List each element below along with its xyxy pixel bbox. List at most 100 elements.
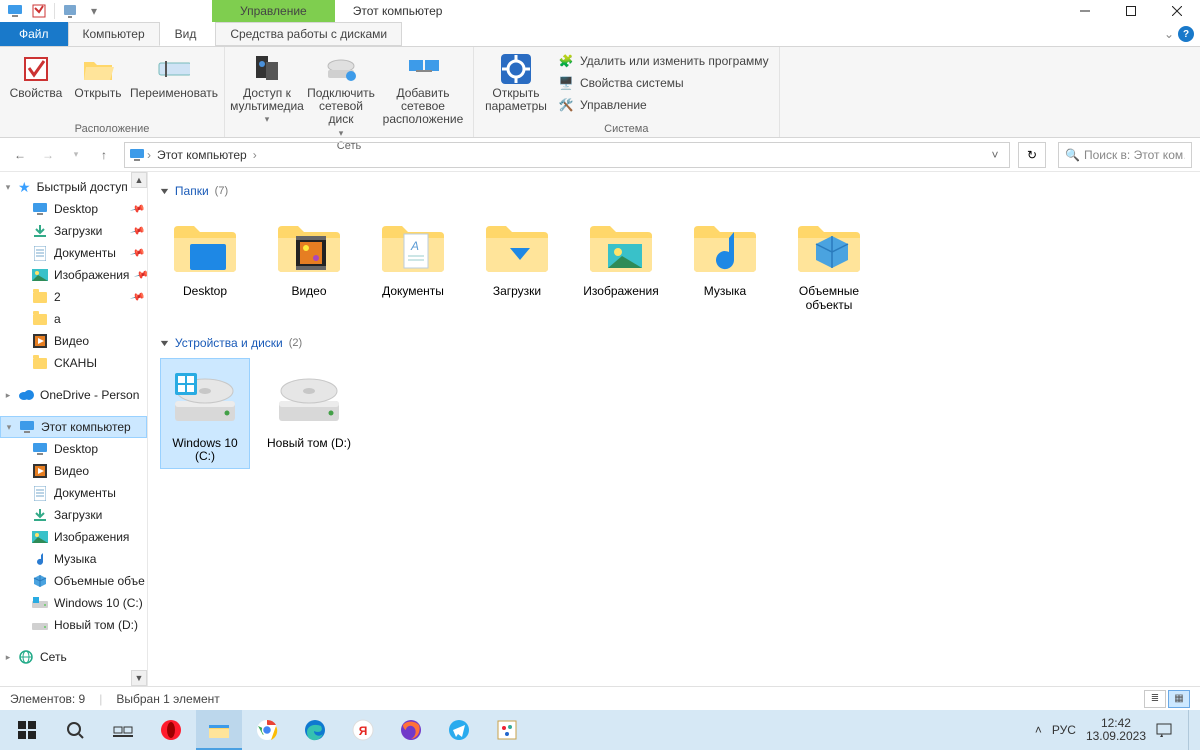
refresh-button[interactable]: ↻ [1018, 142, 1046, 168]
tab-computer[interactable]: Компьютер [68, 22, 160, 46]
sidebar-item[interactable]: Видео [0, 460, 147, 482]
sidebar-item[interactable]: Desktop [0, 438, 147, 460]
sidebar-item[interactable]: Объемные объе [0, 570, 147, 592]
sidebar-item[interactable]: Загрузки [0, 504, 147, 526]
ribbon-open-settings-button[interactable]: Открыть параметры [480, 49, 552, 113]
nav-pane[interactable]: ▲ ▾★ Быстрый доступ Desktop📌Загрузки📌Док… [0, 172, 148, 686]
sidebar-item[interactable]: a [0, 308, 147, 330]
sidebar-item[interactable]: Изображения📌 [0, 264, 147, 286]
taskbar-yandex[interactable]: Я [340, 710, 386, 750]
nav-forward-button[interactable]: → [36, 143, 60, 167]
nav-up-button[interactable]: ↑ [92, 143, 116, 167]
pin-icon: 📌 [129, 223, 145, 239]
ribbon-collapse-button[interactable]: ⌄ [1164, 27, 1174, 41]
sidebar-item[interactable]: Windows 10 (C:) [0, 592, 147, 614]
sidebar-scroll-down[interactable]: ▼ [131, 670, 147, 686]
breadcrumb-root[interactable]: Этот компьютер [153, 148, 251, 162]
folder-icon [166, 211, 244, 281]
ribbon-open-button[interactable]: Открыть [68, 49, 128, 100]
qat-overflow-button[interactable]: ▾ [83, 1, 105, 21]
taskbar-telegram[interactable] [436, 710, 482, 750]
ribbon-add-netloc-button[interactable]: Добавить сетевое расположение [379, 49, 467, 127]
chevron-right-icon[interactable]: › [145, 148, 153, 162]
nav-back-button[interactable]: ← [8, 143, 32, 167]
sidebar-item[interactable]: Изображения [0, 526, 147, 548]
show-desktop-button[interactable] [1188, 710, 1194, 750]
status-item-count: Элементов: 9 [10, 692, 85, 706]
sidebar-item[interactable]: СКАНЫ [0, 352, 147, 374]
group-drives-header[interactable]: ▼ Устройства и диски (2) [160, 336, 1188, 350]
folder-tile[interactable]: Объемные объекты [784, 206, 874, 318]
sidebar-item[interactable]: 2📌 [0, 286, 147, 308]
taskbar-paint[interactable] [484, 710, 530, 750]
taskbar-firefox[interactable] [388, 710, 434, 750]
group-folders-header[interactable]: ▼ Папки (7) [160, 184, 1188, 198]
chevron-right-icon[interactable]: › [251, 148, 259, 162]
folder-tile[interactable]: Изображения [576, 206, 666, 318]
start-button[interactable] [4, 710, 50, 750]
folder-tile[interactable]: Видео [264, 206, 354, 318]
taskbar-edge[interactable] [292, 710, 338, 750]
taskbar-chrome[interactable] [244, 710, 290, 750]
taskbar-search-button[interactable] [52, 710, 98, 750]
sidebar-item[interactable]: Desktop📌 [0, 198, 147, 220]
ribbon-uninstall-button[interactable]: 🧩Удалить или изменить программу [554, 51, 773, 71]
search-input[interactable] [1084, 148, 1185, 162]
search-box[interactable]: 🔍 [1058, 142, 1192, 168]
item-icon [32, 573, 48, 589]
folder-tile[interactable]: Загрузки [472, 206, 562, 318]
qat-thispc-icon[interactable] [4, 1, 26, 21]
ribbon-group-system: Открыть параметры 🧩Удалить или изменить … [474, 47, 780, 137]
close-button[interactable] [1154, 0, 1200, 22]
sidebar-network[interactable]: ▸ Сеть [0, 646, 147, 668]
sidebar-this-pc[interactable]: ▾ Этот компьютер [0, 416, 147, 438]
taskbar[interactable]: Я ˄ РУС 12:42 13.09.2023 [0, 710, 1200, 750]
taskbar-explorer[interactable] [196, 710, 242, 750]
item-icon [32, 441, 48, 457]
sidebar-item[interactable]: Загрузки📌 [0, 220, 147, 242]
nav-recent-button[interactable]: ▾ [64, 143, 88, 167]
sidebar-item[interactable]: Документы [0, 482, 147, 504]
taskbar-opera[interactable] [148, 710, 194, 750]
address-dropdown-button[interactable]: ˅ [985, 148, 1005, 162]
tab-view[interactable]: Вид [160, 22, 212, 46]
content-pane[interactable]: ▼ Папки (7) Desktop Видео A Документы За… [148, 172, 1200, 686]
ribbon-manage-button[interactable]: 🛠️Управление [554, 95, 773, 115]
tab-disk-tools[interactable]: Средства работы с дисками [215, 22, 402, 46]
item-icon [32, 223, 48, 239]
ribbon-properties-button[interactable]: Свойства [6, 49, 66, 100]
help-button[interactable]: ? [1178, 26, 1194, 42]
sidebar-item[interactable]: Новый том (D:) [0, 614, 147, 636]
minimize-button[interactable] [1062, 0, 1108, 22]
sidebar-onedrive[interactable]: ▸ OneDrive - Person [0, 384, 147, 406]
ribbon-rename-button[interactable]: Переименовать [130, 49, 218, 100]
task-view-button[interactable] [100, 710, 146, 750]
ribbon-sysprops-button[interactable]: 🖥️Свойства системы [554, 73, 773, 93]
sidebar-quick-access[interactable]: ▾★ Быстрый доступ [0, 176, 147, 198]
sidebar-item[interactable]: Музыка [0, 548, 147, 570]
system-tray[interactable]: ˄ РУС 12:42 13.09.2023 [1035, 710, 1196, 750]
qat-undo-button[interactable] [59, 1, 81, 21]
sidebar-item[interactable]: Видео [0, 330, 147, 352]
drive-tile[interactable]: Windows 10 (C:) [160, 358, 250, 470]
address-bar[interactable]: › Этот компьютер › ˅ [124, 142, 1010, 168]
view-icons-button[interactable]: ▦ [1168, 690, 1190, 708]
drive-tile[interactable]: Новый том (D:) [264, 358, 354, 470]
tray-language[interactable]: РУС [1052, 723, 1076, 737]
contextual-tab-manage[interactable]: Управление [212, 0, 335, 22]
tray-clock[interactable]: 12:42 13.09.2023 [1086, 717, 1146, 743]
sidebar-item[interactable]: Документы📌 [0, 242, 147, 264]
tray-overflow-button[interactable]: ˄ [1035, 723, 1042, 737]
folder-icon [582, 211, 660, 281]
folder-icon [790, 211, 868, 281]
tab-file[interactable]: Файл [0, 22, 68, 46]
folder-tile[interactable]: A Документы [368, 206, 458, 318]
maximize-button[interactable] [1108, 0, 1154, 22]
ribbon-map-drive-button[interactable]: Подключить сетевой диск▾ [305, 49, 377, 138]
view-details-button[interactable]: ≣ [1144, 690, 1166, 708]
folder-tile[interactable]: Музыка [680, 206, 770, 318]
ribbon-media-access-button[interactable]: Доступ к мультимедиа▾ [231, 49, 303, 125]
action-center-button[interactable] [1156, 722, 1172, 738]
folder-tile[interactable]: Desktop [160, 206, 250, 318]
qat-properties-button[interactable] [28, 1, 50, 21]
